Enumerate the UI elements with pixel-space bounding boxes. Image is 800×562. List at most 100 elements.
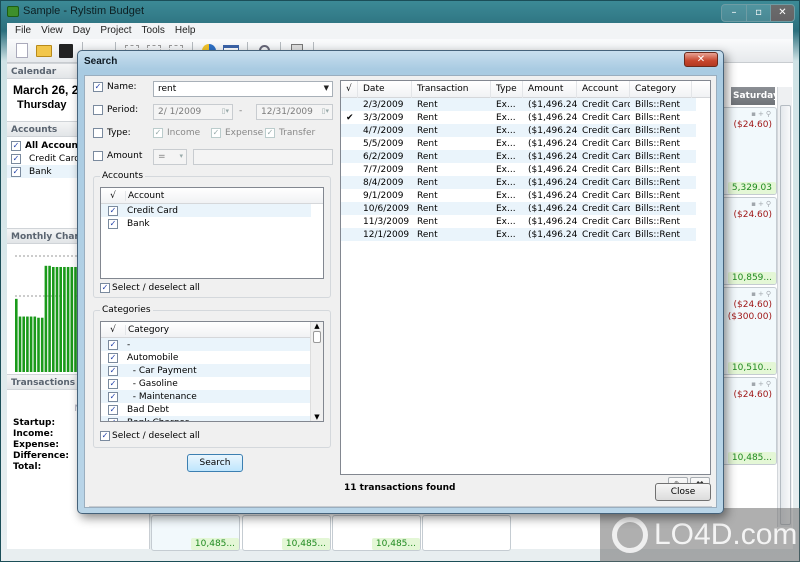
type-transfer-option[interactable]: ✓ Transfer <box>265 128 315 138</box>
result-row[interactable]: 10/6/2009 Rent Ex... ($1,496.24) Credit Card… <box>341 202 696 215</box>
period-checkbox[interactable] <box>93 105 103 115</box>
type-income-option[interactable]: ✓ Income <box>153 128 200 138</box>
account-row[interactable]: ✓ Bank <box>101 217 323 230</box>
cell-action-icons[interactable]: ▪+⚲ <box>751 110 773 118</box>
name-checkbox[interactable]: ✓ <box>93 82 103 92</box>
type-expense-option[interactable]: ✓ Expense <box>211 128 263 138</box>
maximize-button[interactable]: ▫ <box>746 5 770 21</box>
category-row[interactable]: ✓ - <box>101 338 310 351</box>
checkbox[interactable]: ✓ <box>11 140 21 151</box>
new-document-icon[interactable] <box>13 42 31 60</box>
calendar-dropdown-icon[interactable]: ▯▾ <box>222 107 229 115</box>
checkbox[interactable]: ✓ <box>108 365 118 376</box>
menu-tools[interactable]: Tools <box>138 23 171 39</box>
result-row[interactable]: 8/4/2009 Rent Ex... ($1,496.24) Credit Card B… <box>341 176 696 189</box>
menu-project[interactable]: Project <box>96 23 137 39</box>
category-column-header[interactable]: Category <box>125 324 323 335</box>
checkbox[interactable]: ✓ <box>108 404 118 415</box>
categories-select-all[interactable]: ✓ Select / deselect all <box>100 431 200 441</box>
amount-operator-select[interactable]: = ▾ <box>153 149 187 165</box>
result-row[interactable]: 11/3/2009 Rent Ex... ($1,496.24) Credit Card… <box>341 215 696 228</box>
checkbox[interactable]: ✓ <box>108 205 118 216</box>
col-type[interactable]: Type <box>491 80 523 98</box>
col-date[interactable]: Date <box>358 80 412 98</box>
checkbox[interactable]: ✓ <box>100 283 110 293</box>
dropdown-arrow-icon[interactable]: ▾ <box>179 152 183 160</box>
cell-action-icons[interactable]: ▪+⚲ <box>751 380 773 388</box>
result-row[interactable]: 5/5/2009 Rent Ex... ($1,496.24) Credit Card B… <box>341 137 696 150</box>
checkbox[interactable]: ✓ <box>108 352 118 363</box>
category-row[interactable]: ✓ - Car Payment <box>101 364 310 377</box>
category-rows: ✓ - ✓ Automobile ✓ - Car Payment ✓ - Gasoline… <box>101 338 323 421</box>
result-row[interactable]: ✔ 3/3/2009 Rent Ex... ($1,496.24) Credit Card… <box>341 111 696 124</box>
col-check[interactable]: √ <box>341 80 358 98</box>
calendar-dropdown-icon[interactable]: ▯▾ <box>322 107 329 115</box>
calendar-scrollbar[interactable] <box>777 87 792 527</box>
category-row[interactable]: ✓ Bank Charges <box>101 416 310 421</box>
open-folder-icon[interactable] <box>35 42 53 60</box>
categories-scrollbar[interactable]: ▲ ▼ <box>310 322 323 421</box>
col-account[interactable]: Account <box>577 80 630 98</box>
category-row[interactable]: ✓ - Gasoline <box>101 377 310 390</box>
type-checkbox[interactable] <box>93 128 103 138</box>
scroll-thumb[interactable] <box>780 105 791 525</box>
cell-action-icons[interactable]: ▪+⚲ <box>751 200 773 208</box>
category-row[interactable]: ✓ Automobile <box>101 351 310 364</box>
col-amount[interactable]: Amount <box>523 80 577 98</box>
menu-view[interactable]: View <box>37 23 69 39</box>
scroll-thumb[interactable] <box>313 331 321 343</box>
result-row[interactable]: 6/2/2009 Rent Ex... ($1,496.24) Credit Card B… <box>341 150 696 163</box>
check-column-header[interactable]: √ <box>101 191 125 201</box>
save-icon[interactable] <box>57 42 75 60</box>
col-transaction[interactable]: Transaction <box>412 80 491 98</box>
check-cell: ✓ <box>101 417 125 421</box>
dropdown-arrow-icon[interactable]: ▼ <box>324 84 329 92</box>
checkbox[interactable]: ✓ <box>108 218 118 229</box>
day-cell[interactable] <box>422 515 511 551</box>
checkbox[interactable]: ✓ <box>265 128 275 138</box>
dialog-body: ✓ Name: rent ▼ Period: 2/ 1/2009 ▯▾ - 12/… <box>84 75 717 508</box>
category-row[interactable]: ✓ Bad Debt <box>101 403 310 416</box>
day-cell[interactable]: 10,485... <box>332 515 421 551</box>
name-label: Name: <box>107 82 137 92</box>
account-row[interactable]: ✓ Credit Card <box>101 204 311 217</box>
close-button[interactable]: Close <box>655 483 711 501</box>
period-to-datepicker[interactable]: 12/31/2009 ▯▾ <box>256 104 333 120</box>
menu-help[interactable]: Help <box>171 23 202 39</box>
menu-day[interactable]: Day <box>69 23 97 39</box>
search-button[interactable]: Search <box>187 454 243 472</box>
checkbox[interactable]: ✓ <box>11 166 21 177</box>
result-row[interactable]: 2/3/2009 Rent Ex... ($1,496.24) Credit Card B… <box>341 98 696 111</box>
checkbox[interactable]: ✓ <box>108 378 118 389</box>
day-cell[interactable]: 10,485... <box>242 515 331 551</box>
result-row[interactable]: 12/1/2009 Rent Ex... ($1,496.24) Credit Card… <box>341 228 696 241</box>
check-column-header[interactable]: √ <box>101 325 125 335</box>
col-category[interactable]: Category <box>630 80 692 98</box>
account-column-header[interactable]: Account <box>125 190 323 201</box>
checkbox[interactable]: ✓ <box>11 153 21 164</box>
minimize-button[interactable]: – <box>722 5 746 21</box>
category-row[interactable]: ✓ - Maintenance <box>101 390 310 403</box>
result-row[interactable]: 7/7/2009 Rent Ex... ($1,496.24) Credit Card B… <box>341 163 696 176</box>
checkbox[interactable]: ✓ <box>108 417 118 421</box>
dialog-close-button[interactable]: ✕ <box>684 52 718 67</box>
scroll-up-icon[interactable]: ▲ <box>311 322 323 330</box>
result-transaction: Rent <box>417 151 438 162</box>
day-cell[interactable]: 10,485... <box>151 515 240 551</box>
result-row[interactable]: 9/1/2009 Rent Ex... ($1,496.24) Credit Card B… <box>341 189 696 202</box>
amount-checkbox[interactable] <box>93 151 103 161</box>
scroll-down-icon[interactable]: ▼ <box>311 413 323 421</box>
result-row[interactable]: 4/7/2009 Rent Ex... ($1,496.24) Credit Card B… <box>341 124 696 137</box>
close-window-button[interactable]: ✕ <box>770 5 794 21</box>
cell-action-icons[interactable]: ▪+⚲ <box>751 290 773 298</box>
name-combobox[interactable]: rent ▼ <box>153 81 333 97</box>
checkbox[interactable]: ✓ <box>100 431 110 441</box>
checkbox[interactable]: ✓ <box>108 339 118 350</box>
menu-file[interactable]: File <box>11 23 37 39</box>
checkbox[interactable]: ✓ <box>211 128 221 138</box>
period-from-datepicker[interactable]: 2/ 1/2009 ▯▾ <box>153 104 233 120</box>
checkbox[interactable]: ✓ <box>108 391 118 402</box>
checkbox[interactable]: ✓ <box>153 128 163 138</box>
accounts-select-all[interactable]: ✓ Select / deselect all <box>100 283 200 293</box>
amount-input[interactable] <box>193 149 333 165</box>
